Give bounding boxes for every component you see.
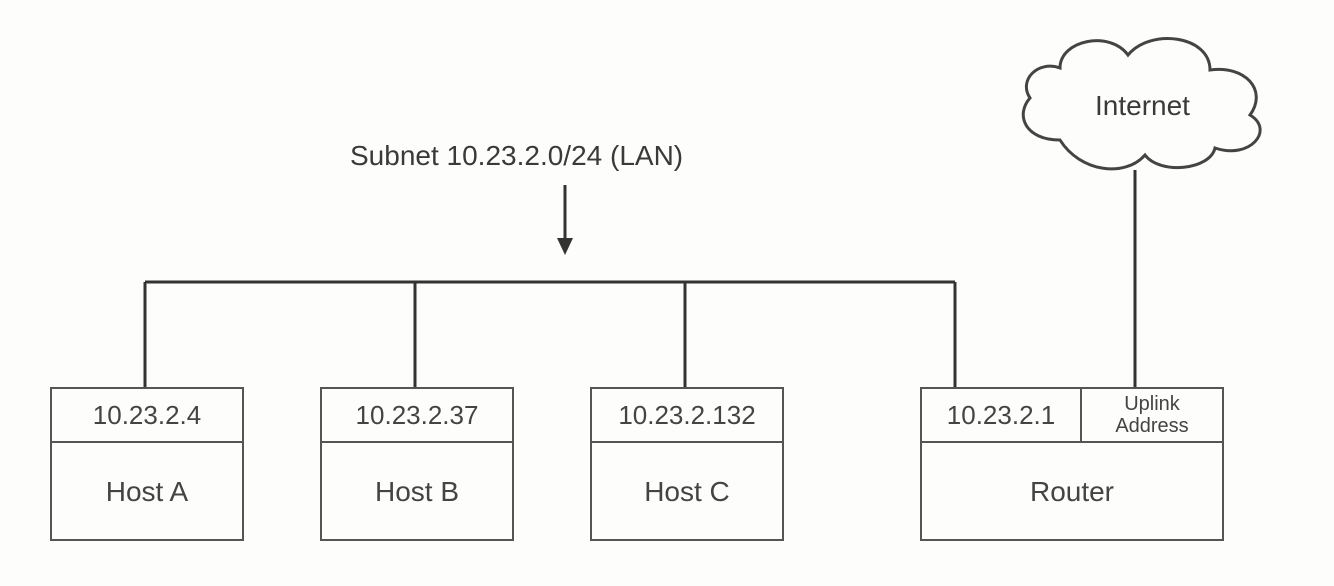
host-b-node: 10.23.2.37 Host B (320, 387, 514, 541)
host-b-name: Host B (322, 445, 512, 539)
host-c-ip: 10.23.2.132 (592, 389, 782, 443)
router-ip: 10.23.2.1 (922, 389, 1082, 443)
host-c-node: 10.23.2.132 Host C (590, 387, 784, 541)
host-a-name: Host A (52, 445, 242, 539)
router-node: 10.23.2.1 Uplink Address Router (920, 387, 1224, 541)
host-c-name: Host C (592, 445, 782, 539)
subnet-label: Subnet 10.23.2.0/24 (LAN) (350, 140, 683, 172)
host-a-ip: 10.23.2.4 (52, 389, 242, 443)
router-uplink-line1: Uplink (1124, 393, 1180, 415)
internet-cloud: Internet (1000, 20, 1280, 180)
router-name: Router (922, 445, 1222, 539)
host-b-ip: 10.23.2.37 (322, 389, 512, 443)
network-diagram: Subnet 10.23.2.0/24 (LAN) Internet 10.23… (0, 0, 1334, 586)
router-uplink-label: Uplink Address (1082, 389, 1222, 443)
router-uplink-line2: Address (1115, 415, 1188, 437)
host-a-node: 10.23.2.4 Host A (50, 387, 244, 541)
internet-label: Internet (1095, 90, 1190, 122)
